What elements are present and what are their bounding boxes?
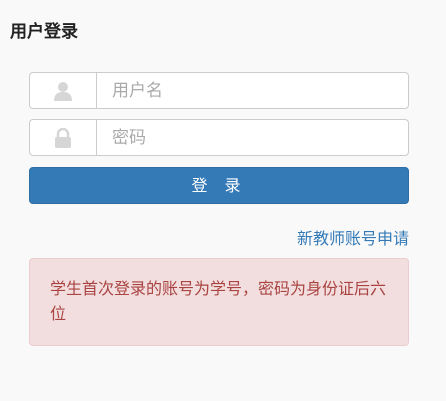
password-group xyxy=(29,119,409,156)
username-input[interactable] xyxy=(96,72,409,109)
page-title: 用户登录 xyxy=(10,22,78,42)
login-button[interactable]: 登 录 xyxy=(29,167,409,204)
notice-text: 学生首次登录的账号为学号，密码为身份证后六位 xyxy=(50,279,387,323)
user-icon xyxy=(54,81,72,101)
new-teacher-apply-link[interactable]: 新教师账号申请 xyxy=(297,225,409,249)
username-group xyxy=(29,72,409,109)
lock-icon xyxy=(55,127,71,148)
username-addon xyxy=(29,72,96,109)
notice-alert: 学生首次登录的账号为学号，密码为身份证后六位 xyxy=(29,258,409,346)
login-page: 用户登录 登 录 新教师账号申请 学生首次登录的账号为学号，密码为身份证后六位 xyxy=(0,0,446,401)
password-input[interactable] xyxy=(96,119,409,156)
password-addon xyxy=(29,119,96,156)
